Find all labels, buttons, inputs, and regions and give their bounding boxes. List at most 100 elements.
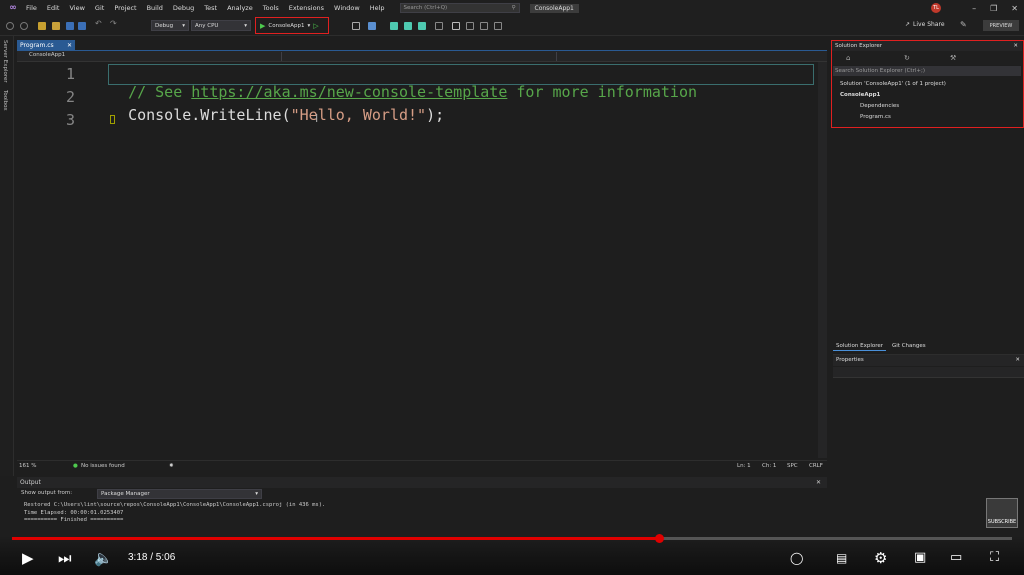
feedback-icon[interactable]: ✎ (960, 20, 967, 29)
play-icon[interactable]: ▶ (22, 549, 34, 567)
type-navigation-dropdown[interactable] (287, 52, 557, 61)
menu-analyze[interactable]: Analyze (222, 0, 258, 16)
code-type-name: Console (128, 106, 192, 124)
menu-edit[interactable]: Edit (42, 0, 65, 16)
refresh-icon[interactable]: ↻ (904, 54, 910, 62)
minimize-icon[interactable]: – (972, 4, 976, 13)
properties-object-selector[interactable] (833, 367, 1024, 378)
zoom-level[interactable]: 161 % (19, 463, 36, 469)
member-navigation-dropdown[interactable] (562, 52, 827, 61)
bookmark-icon[interactable] (452, 22, 460, 30)
user-avatar[interactable]: TL (931, 3, 941, 13)
output-line: Time Elapsed: 00:00:01.0253407 (24, 509, 124, 516)
project-node[interactable]: ConsoleApp1 (840, 92, 880, 98)
comment-icon[interactable] (435, 22, 443, 30)
output-log[interactable]: Restored C:\Users\lint\source\repos\Cons… (24, 502, 325, 525)
tab-label: Program.cs (20, 42, 54, 49)
close-icon[interactable]: ✕ (1011, 4, 1018, 13)
menu-test[interactable]: Test (199, 0, 222, 16)
miniplayer-icon[interactable]: ▣ (914, 550, 926, 565)
menu-git[interactable]: Git (90, 0, 109, 16)
volume-icon[interactable]: 🔈 (94, 549, 113, 567)
close-icon[interactable]: ✕ (67, 42, 72, 49)
columns-icon[interactable] (404, 22, 412, 30)
next-bookmark-icon[interactable] (480, 22, 488, 30)
project-navigation-dropdown[interactable]: ConsoleApp1 (17, 52, 282, 61)
back-icon[interactable] (6, 22, 14, 30)
platform-value: Any CPU (195, 22, 219, 29)
tab-git-changes[interactable]: Git Changes (889, 341, 929, 351)
live-share-button[interactable]: ↗ Live Share (905, 21, 945, 28)
menu-project[interactable]: Project (109, 0, 141, 16)
layout-icon[interactable] (368, 22, 376, 30)
stack-icon[interactable] (418, 22, 426, 30)
chevron-down-icon: ▾ (182, 22, 185, 29)
window-controls: – ❐ ✕ (972, 0, 1018, 16)
brush-icon[interactable]: ✸ (169, 463, 174, 469)
new-project-icon[interactable] (38, 22, 46, 30)
browser-icon[interactable] (352, 22, 360, 30)
next-video-icon[interactable]: ⏭ (58, 549, 72, 567)
chevron-down-icon: ▾ (307, 22, 311, 29)
dependencies-node[interactable]: Dependencies (860, 103, 899, 109)
chevron-down-icon: ▾ (244, 22, 247, 29)
start-debugging-button[interactable]: ▶ ConsoleApp1 ▾ ▷ (255, 17, 329, 34)
solution-explorer-title-text: Solution Explorer (835, 43, 883, 49)
solution-node[interactable]: Solution 'ConsoleApp1' (1 of 1 project) (840, 81, 946, 87)
search-icon: ⚲ (511, 5, 516, 11)
save-all-icon[interactable] (78, 22, 86, 30)
menu-extensions[interactable]: Extensions (284, 0, 329, 16)
global-search-box[interactable]: Search (Ctrl+Q) ⚲ (399, 3, 520, 13)
wrench-icon[interactable]: ⚒ (950, 54, 956, 62)
issues-status[interactable]: No issues found (81, 463, 125, 469)
text-cursor-marker (110, 115, 115, 124)
save-icon[interactable] (66, 22, 74, 30)
output-source-dropdown[interactable]: Package Manager ▾ (97, 489, 262, 499)
menu-build[interactable]: Build (142, 0, 168, 16)
fullscreen-icon[interactable]: ⛶ (990, 550, 999, 565)
clear-bookmarks-icon[interactable] (494, 22, 502, 30)
close-icon[interactable]: ✕ (1013, 41, 1018, 51)
settings-gear-icon[interactable]: ⚙ (874, 549, 887, 567)
open-folder-icon[interactable] (52, 22, 60, 30)
menu-debug[interactable]: Debug (168, 0, 199, 16)
captions-icon[interactable]: ▤ (836, 551, 847, 565)
preview-button[interactable]: PREVIEW (983, 20, 1019, 31)
subscribe-watermark[interactable]: SUBSCRIBE (986, 498, 1018, 528)
close-icon[interactable]: ✕ (816, 477, 821, 488)
theater-mode-icon[interactable]: ▭ (950, 550, 962, 565)
toolbox-tab[interactable]: Toolbox (2, 90, 8, 111)
solution-search-input[interactable]: Search Solution Explorer (Ctrl+;) (833, 66, 1021, 76)
server-explorer-tab[interactable]: Server Explorer (2, 40, 8, 83)
restore-icon[interactable]: ❐ (990, 4, 997, 13)
properties-panel: Properties ✕ (833, 354, 1024, 472)
menu-window[interactable]: Window (329, 0, 365, 16)
editor-navigation-bar: ConsoleApp1 (17, 51, 827, 62)
video-progress-scrubber[interactable] (655, 534, 664, 543)
code-line-2[interactable]: Console.WriteLine("Hello, World!"); (110, 88, 444, 124)
editor-vertical-scrollbar[interactable] (818, 62, 827, 458)
tab-solution-explorer[interactable]: Solution Explorer (833, 341, 887, 351)
autoplay-toggle-icon[interactable]: ◯ (790, 551, 803, 565)
line-ending-indicator[interactable]: CRLF (809, 463, 823, 469)
menu-view[interactable]: View (64, 0, 89, 16)
close-icon[interactable]: ✕ (1015, 355, 1020, 366)
forward-icon[interactable] (20, 22, 28, 30)
prev-bookmark-icon[interactable] (466, 22, 474, 30)
menu-tools[interactable]: Tools (258, 0, 284, 16)
menu-help[interactable]: Help (365, 0, 390, 16)
left-tool-rail: Server Explorer Toolbox (0, 36, 14, 476)
platform-dropdown[interactable]: Any CPU ▾ (191, 20, 251, 31)
home-icon[interactable]: ⌂ (846, 54, 850, 62)
configuration-dropdown[interactable]: Debug ▾ (151, 20, 189, 31)
code-tail: ); (426, 106, 445, 124)
menu-file[interactable]: File (21, 0, 42, 16)
start-without-debugging-icon[interactable]: ▷ (313, 22, 318, 30)
redo-icon[interactable]: ↷ (110, 19, 118, 28)
undo-icon[interactable]: ↶ (95, 19, 103, 28)
whitespace-indicator[interactable]: SPC (787, 463, 798, 469)
solution-explorer-title: Solution Explorer ✕ (832, 41, 1022, 51)
check-icon: ● (73, 463, 78, 469)
align-icon[interactable] (390, 22, 398, 30)
program-cs-node[interactable]: Program.cs (860, 114, 891, 120)
